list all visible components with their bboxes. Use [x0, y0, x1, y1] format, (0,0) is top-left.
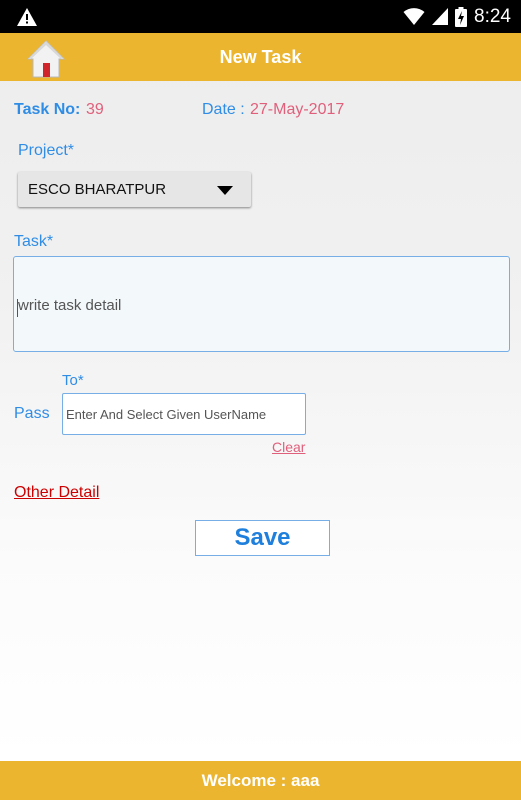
- welcome-label: Welcome: [201, 771, 276, 790]
- pass-label: Pass: [14, 405, 50, 422]
- home-icon: [26, 40, 66, 78]
- to-label: To*: [62, 372, 84, 389]
- home-button[interactable]: [26, 39, 66, 79]
- task-no-label: Task No:: [14, 101, 81, 118]
- battery-charging-icon: [455, 6, 468, 27]
- date-value: 27-May-2017: [250, 101, 345, 118]
- task-no-value: 39: [86, 101, 104, 118]
- task-label: Task*: [14, 233, 54, 250]
- date-label: Date :: [202, 101, 245, 118]
- app-bar: New Task: [0, 33, 521, 81]
- wifi-icon: [403, 7, 425, 25]
- username-placeholder: Enter And Select Given UserName: [66, 407, 267, 422]
- signal-icon: [432, 8, 449, 25]
- username-display: aaa: [291, 771, 320, 790]
- clear-link[interactable]: Clear: [272, 439, 305, 455]
- status-bar: 8:24: [0, 0, 521, 33]
- save-button[interactable]: Save: [195, 520, 330, 556]
- project-label: Project*: [18, 142, 75, 159]
- project-dropdown[interactable]: ESCO BHARATPUR: [18, 172, 251, 207]
- username-input[interactable]: Enter And Select Given UserName: [62, 393, 306, 435]
- dropdown-arrow-icon: [217, 186, 233, 195]
- task-detail-input[interactable]: write task detail: [13, 256, 510, 352]
- footer-welcome: Welcome : aaa: [0, 761, 521, 800]
- other-detail-link[interactable]: Other Detail: [14, 484, 99, 502]
- project-selected-value: ESCO BHARATPUR: [28, 181, 167, 198]
- welcome-separator: :: [280, 771, 287, 790]
- app-title: New Task: [219, 47, 302, 67]
- status-time: 8:24: [474, 5, 511, 27]
- warning-icon: [17, 8, 37, 26]
- status-icons: 8:24: [403, 0, 511, 33]
- task-placeholder: write task detail: [18, 297, 122, 314]
